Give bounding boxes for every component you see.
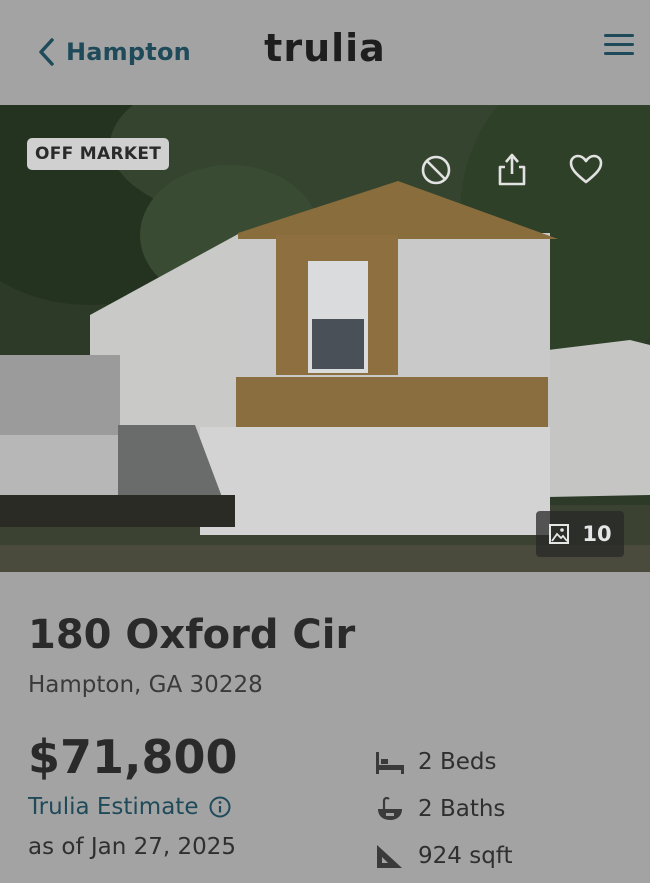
trulia-logo[interactable]: trulia — [0, 26, 650, 70]
estimate-date: as of Jan 27, 2025 — [28, 834, 237, 860]
sqft-label: 924 sqft — [418, 842, 513, 869]
heart-icon — [569, 154, 603, 184]
bed-icon — [376, 751, 404, 774]
house-photo-image — [0, 105, 650, 572]
image-gallery-icon — [549, 524, 570, 544]
estimate-label: Trulia Estimate — [28, 794, 199, 820]
area-ruler-icon — [377, 844, 402, 868]
trulia-estimate-link[interactable]: Trulia Estimate — [28, 794, 232, 820]
top-nav-bar: Hampton trulia — [0, 0, 650, 105]
info-icon[interactable] — [208, 795, 232, 819]
baths-fact: 2 Baths — [374, 785, 513, 832]
bath-icon — [378, 796, 402, 820]
photo-count-button[interactable]: 10 — [536, 511, 624, 557]
sqft-fact: 924 sqft — [374, 832, 513, 879]
hamburger-menu-icon[interactable] — [604, 34, 634, 64]
baths-label: 2 Baths — [418, 795, 506, 822]
property-address: 180 Oxford Cir — [28, 612, 356, 658]
share-button[interactable] — [494, 152, 530, 188]
beds-label: 2 Beds — [418, 748, 497, 775]
beds-fact: 2 Beds — [374, 738, 513, 785]
hide-icon — [421, 155, 451, 185]
share-icon — [498, 153, 526, 186]
photo-count: 10 — [582, 522, 612, 546]
price: $71,800 — [28, 730, 238, 784]
city-state-zip: Hampton, GA 30228 — [28, 672, 263, 698]
off-market-badge: OFF MARKET — [27, 138, 170, 170]
property-facts: 2 Beds 2 Baths 924 sqft — [374, 738, 513, 879]
hide-listing-button[interactable] — [418, 152, 454, 188]
listing-details: 180 Oxford Cir Hampton, GA 30228 $71,800… — [0, 572, 650, 883]
listing-photo[interactable]: OFF MARKET 10 — [0, 105, 650, 572]
favorite-button[interactable] — [568, 152, 604, 188]
